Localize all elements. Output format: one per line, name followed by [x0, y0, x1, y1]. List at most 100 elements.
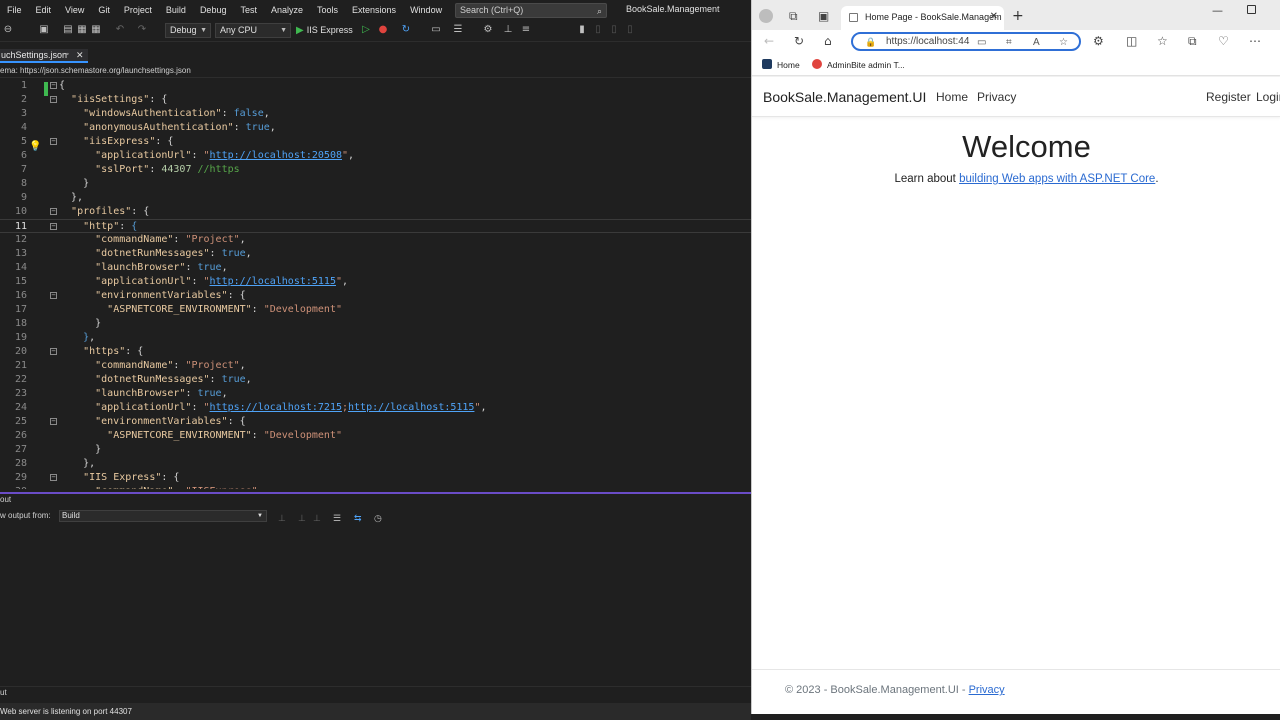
code-line[interactable]: 20 − "https": { [0, 345, 751, 359]
nav-link-home[interactable]: Home [936, 90, 968, 104]
menu-extensions[interactable]: Extensions [345, 5, 403, 15]
collapse-icon[interactable]: − [50, 292, 57, 299]
code-line[interactable]: 29 − "IIS Express": { [0, 471, 751, 485]
find-message-icon[interactable]: ⊥ [278, 510, 286, 526]
tab-launchsettings[interactable]: uchSettings.json ⊸ ✕ [0, 49, 88, 63]
code-line[interactable]: 17 "ASPNETCORE_ENVIRONMENT": "Developmen… [0, 303, 751, 317]
new-tab-icon[interactable]: + [1012, 8, 1024, 24]
code-line[interactable]: 12 "commandName": "Project", [0, 233, 751, 247]
favorite-adminbite[interactable]: AdminBite admin T... [812, 58, 905, 72]
output-text-area[interactable] [0, 526, 751, 684]
split-screen-icon[interactable]: ◫ [1126, 34, 1137, 48]
align-icon[interactable]: ≡ [520, 24, 532, 36]
code-line[interactable]: 30 "commandName": "IISExpress" [0, 485, 751, 489]
menu-git[interactable]: Git [91, 5, 117, 15]
open-folder-icon[interactable]: ▤ [62, 24, 74, 36]
profile-avatar-icon[interactable] [759, 9, 773, 23]
timestamp-icon[interactable]: ◷ [374, 510, 382, 526]
code-line[interactable]: 1 −{ [0, 79, 751, 93]
collections-icon[interactable]: ⧉ [1188, 34, 1197, 48]
bookmark-prev-icon[interactable]: ▯ [592, 24, 604, 36]
back-icon[interactable]: ← [764, 34, 774, 48]
nav-link-register[interactable]: Register [1206, 90, 1251, 104]
favorite-star-icon[interactable]: ☆ [1059, 35, 1068, 49]
platform-dropdown[interactable]: Any CPU ▼ [215, 23, 291, 38]
address-bar[interactable]: 🔒 https://localhost:44 ▭ ⌗ A ☆ [851, 32, 1081, 51]
refresh-icon[interactable]: ↻ [400, 24, 412, 36]
menu-tools[interactable]: Tools [310, 5, 345, 15]
code-line[interactable]: 3 "windowsAuthentication": false, [0, 107, 751, 121]
save-icon[interactable]: ▦ [76, 24, 88, 36]
code-line[interactable]: 24 "applicationUrl": "https://localhost:… [0, 401, 751, 415]
collapse-icon[interactable]: − [50, 96, 57, 103]
code-line[interactable]: 5 − "iisExpress": { [0, 135, 751, 149]
nav-link-privacy[interactable]: Privacy [977, 90, 1016, 104]
collapse-icon[interactable]: − [50, 138, 57, 145]
footer-privacy-link[interactable]: Privacy [969, 684, 1005, 696]
code-line[interactable]: 8 } [0, 177, 751, 191]
code-line[interactable]: 7 "sslPort": 44307 //https [0, 163, 751, 177]
minimize-icon[interactable]: — [1212, 4, 1223, 17]
code-line[interactable]: 14 "launchBrowser": true, [0, 261, 751, 275]
code-line[interactable]: 10 − "profiles": { [0, 205, 751, 219]
menu-window[interactable]: Window [403, 5, 449, 15]
code-line[interactable]: 26 "ASPNETCORE_ENVIRONMENT": "Developmen… [0, 429, 751, 443]
favorite-home[interactable]: Home [762, 58, 800, 72]
undo-icon[interactable]: ↶ [114, 24, 126, 36]
code-line[interactable]: 25 − "environmentVariables": { [0, 415, 751, 429]
code-editor[interactable]: 1−{2− "iisSettings": {3 "windowsAuthenti… [0, 79, 751, 489]
site-brand[interactable]: BookSale.Management.UI [763, 89, 926, 105]
collapse-icon[interactable]: − [50, 418, 57, 425]
more-menu-icon[interactable]: ⋯ [1249, 34, 1261, 48]
menu-project[interactable]: Project [117, 5, 159, 15]
next-message-icon[interactable]: ⊥ [313, 510, 321, 526]
menu-test[interactable]: Test [233, 5, 264, 15]
favorites-icon[interactable]: ☆ [1157, 34, 1168, 48]
start-debugging-button[interactable]: ▶ IIS Express [296, 23, 353, 38]
code-line[interactable]: 15 "applicationUrl": "http://localhost:5… [0, 275, 751, 289]
start-without-debugging-icon[interactable]: ▷ [360, 24, 372, 36]
diagnostic-icon[interactable]: ⚙ [482, 24, 494, 36]
read-aloud-icon[interactable]: A [1033, 35, 1040, 49]
code-line[interactable]: 18 } [0, 317, 751, 331]
bookmark-clear-icon[interactable]: ▯ [624, 24, 636, 36]
navigate-forward-icon[interactable]: ⊖ [2, 24, 14, 36]
menu-analyze[interactable]: Analyze [264, 5, 310, 15]
tab-actions-icon[interactable]: ▣ [818, 9, 829, 23]
code-line[interactable]: 6 "applicationUrl": "http://localhost:20… [0, 149, 751, 163]
code-line[interactable]: 11 − "http": { [0, 219, 751, 233]
code-line[interactable]: 16 − "environmentVariables": { [0, 289, 751, 303]
redo-icon[interactable]: ↷ [136, 24, 148, 36]
collapse-icon[interactable]: − [50, 223, 57, 230]
configuration-dropdown[interactable]: Debug ▼ [165, 23, 211, 38]
previous-message-icon[interactable]: ⊥ [298, 510, 306, 526]
aspnet-docs-link[interactable]: building Web apps with ASP.NET Core [959, 173, 1155, 185]
new-project-icon[interactable]: ▣ [38, 24, 50, 36]
grid-icon[interactable]: ⌗ [1006, 35, 1012, 49]
browser-link-icon[interactable]: ▭ [430, 24, 442, 36]
menu-build[interactable]: Build [159, 5, 193, 15]
bookmark-icon[interactable]: ▮ [576, 24, 588, 36]
code-line[interactable]: 13 "dotnetRunMessages": true, [0, 247, 751, 261]
word-wrap-icon[interactable]: ⇆ [354, 510, 362, 526]
hot-reload-icon[interactable]: ● [377, 24, 389, 36]
lightbulb-icon[interactable]: 💡 [29, 141, 41, 152]
step-icon[interactable]: ⊥ [502, 24, 514, 36]
nav-link-login[interactable]: Login [1256, 90, 1280, 104]
close-tab-icon[interactable]: ✕ [990, 6, 998, 28]
code-line[interactable]: 4 "anonymousAuthentication": true, [0, 121, 751, 135]
close-icon[interactable]: ✕ [76, 49, 84, 61]
maximize-icon[interactable] [1247, 5, 1256, 14]
reload-icon[interactable]: ↻ [794, 34, 804, 48]
collapse-icon[interactable]: − [50, 208, 57, 215]
browser-essentials-icon[interactable]: ♡ [1218, 34, 1229, 48]
menu-file[interactable]: File [0, 5, 29, 15]
home-icon[interactable]: ⌂ [824, 34, 832, 48]
clear-all-icon[interactable]: ☰ [333, 510, 341, 526]
app-available-icon[interactable]: ▭ [977, 35, 986, 49]
workspaces-icon[interactable]: ⧉ [789, 9, 798, 23]
code-line[interactable]: 22 "dotnetRunMessages": true, [0, 373, 751, 387]
menu-edit[interactable]: Edit [29, 5, 59, 15]
collapse-icon[interactable]: − [50, 474, 57, 481]
output-source-dropdown[interactable]: Build ▼ [59, 510, 267, 522]
